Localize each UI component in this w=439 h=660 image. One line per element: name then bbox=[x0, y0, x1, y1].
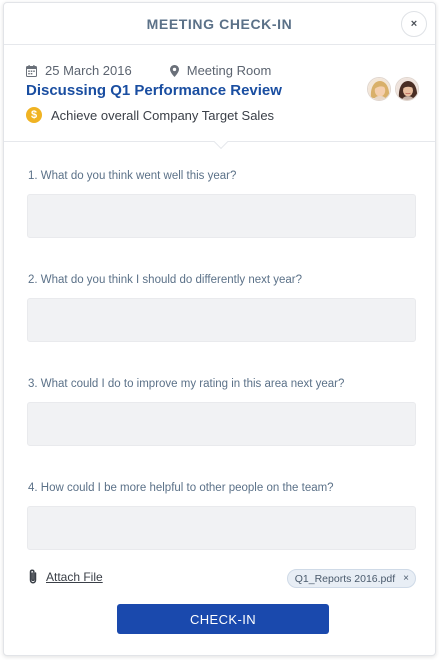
modal-header: MEETING CHECK-IN × bbox=[4, 3, 435, 45]
question-1-label: 1. What do you think went well this year… bbox=[28, 170, 237, 182]
question-4-label: 4. How could I be more helpful to other … bbox=[28, 482, 334, 494]
avatar-woman-dark-hair-icon bbox=[396, 78, 418, 100]
question-2-label: 2. What do you think I should do differe… bbox=[28, 274, 303, 286]
avatar-participant-1[interactable] bbox=[367, 77, 391, 101]
meeting-goal: $ Achieve overall Company Target Sales bbox=[26, 107, 274, 123]
question-3-label: 3. What could I do to improve my rating … bbox=[28, 378, 345, 390]
participants bbox=[363, 77, 419, 101]
meeting-info: 25 March 2016 Meeting Room Discussing Q1… bbox=[4, 45, 435, 142]
meeting-date: 25 March 2016 bbox=[26, 63, 132, 78]
attach-file-label: Attach File bbox=[46, 569, 103, 584]
avatar-participant-2[interactable] bbox=[395, 77, 419, 101]
attached-file-chip[interactable]: Q1_Reports 2016.pdf × bbox=[286, 569, 416, 588]
avatar-woman-blonde-icon bbox=[368, 78, 390, 100]
check-in-modal: MEETING CHECK-IN × 25 March 2016 Meeting… bbox=[3, 2, 436, 656]
remove-file-icon[interactable]: × bbox=[403, 573, 409, 584]
close-button[interactable]: × bbox=[401, 11, 427, 37]
location-pin-icon bbox=[169, 64, 179, 77]
meeting-goal-text: Achieve overall Company Target Sales bbox=[51, 107, 275, 123]
meeting-location: Meeting Room bbox=[169, 63, 272, 78]
meeting-meta: 25 March 2016 Meeting Room bbox=[26, 63, 271, 78]
paperclip-icon bbox=[29, 569, 37, 584]
meeting-location-text: Meeting Room bbox=[186, 63, 272, 78]
modal-title: MEETING CHECK-IN bbox=[146, 16, 293, 32]
answer-2-field[interactable] bbox=[27, 298, 416, 342]
meeting-title: Discussing Q1 Performance Review bbox=[26, 82, 282, 99]
close-icon: × bbox=[410, 18, 418, 30]
meeting-date-text: 25 March 2016 bbox=[45, 63, 132, 78]
dollar-coin-icon: $ bbox=[26, 107, 42, 123]
calendar-icon bbox=[26, 64, 37, 77]
attached-file-name: Q1_Reports 2016.pdf bbox=[294, 572, 396, 585]
answer-3-field[interactable] bbox=[27, 402, 416, 446]
attach-file-button[interactable]: Attach File bbox=[28, 569, 103, 584]
answer-1-field[interactable] bbox=[27, 194, 416, 238]
check-in-button[interactable]: CHECK-IN bbox=[117, 604, 329, 634]
answer-4-field[interactable] bbox=[27, 506, 416, 550]
